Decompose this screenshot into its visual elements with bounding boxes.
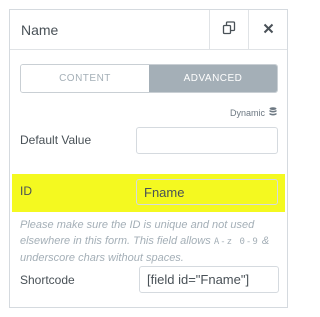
help-code: A-z 0-9	[213, 237, 259, 247]
id-input[interactable]: Fname	[136, 179, 278, 205]
id-help-text: Please make sure the ID is unique and no…	[20, 217, 282, 266]
duplicate-button[interactable]	[209, 10, 248, 50]
id-label: ID	[20, 184, 32, 198]
widget-settings-panel: Name CONTENT ADVANCED Dynamic Default Va…	[9, 9, 288, 308]
close-icon	[263, 21, 274, 39]
duplicate-icon	[222, 20, 236, 40]
dynamic-toggle[interactable]: Dynamic	[230, 107, 277, 118]
default-value-input[interactable]	[136, 127, 278, 154]
shortcode-label: Shortcode	[20, 273, 75, 287]
close-button[interactable]	[248, 10, 287, 50]
tab-content[interactable]: CONTENT	[21, 65, 149, 92]
tab-advanced[interactable]: ADVANCED	[149, 65, 277, 92]
shortcode-input[interactable]: [field id="Fname"]	[139, 266, 279, 293]
panel-title: Name	[21, 22, 59, 38]
dynamic-label: Dynamic	[229, 107, 265, 118]
database-icon	[269, 107, 277, 118]
panel-header: Name	[10, 10, 287, 50]
default-value-label: Default Value	[20, 133, 92, 147]
tab-switcher: CONTENT ADVANCED	[20, 64, 278, 93]
